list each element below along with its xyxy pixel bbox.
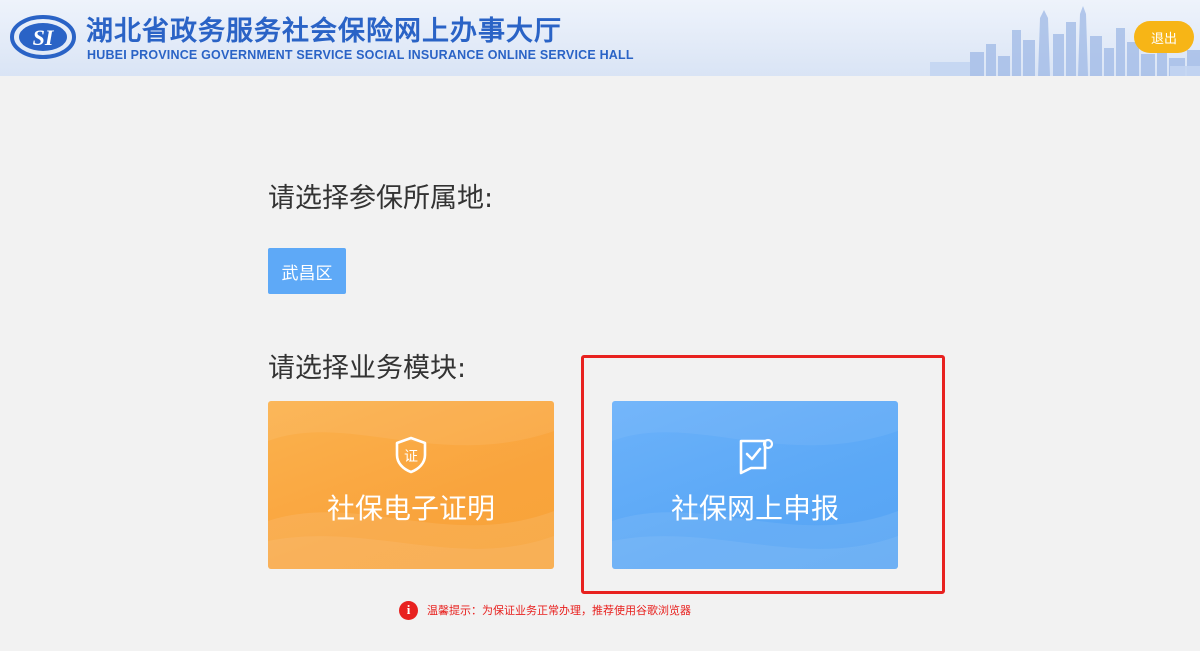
- module-card-e-certificate[interactable]: 证 社保电子证明: [268, 401, 554, 569]
- site-subtitle: HUBEI PROVINCE GOVERNMENT SERVICE SOCIAL…: [87, 48, 634, 62]
- tip-text: 温馨提示：为保证业务正常办理，推荐使用谷歌浏览器: [427, 604, 691, 617]
- browser-tip: i 温馨提示：为保证业务正常办理，推荐使用谷歌浏览器: [399, 599, 691, 621]
- certificate-shield-icon: 证: [395, 436, 427, 474]
- card-wave-decoration: [268, 401, 554, 569]
- highlight-annotation-box: [581, 355, 945, 594]
- svg-text:证: 证: [404, 449, 418, 465]
- si-logo-icon: SI: [10, 15, 76, 59]
- region-option-wuchang[interactable]: 武昌区: [268, 248, 346, 294]
- region-section-title: 请选择参保所属地:: [268, 183, 494, 214]
- page: SI 湖北省政务服务社会保险网上办事大厅 HUBEI PROVINCE GOVE…: [0, 0, 1200, 651]
- module-label-e-certificate: 社保电子证明: [326, 492, 495, 525]
- module-section-title: 请选择业务模块:: [268, 353, 467, 384]
- header: SI 湖北省政务服务社会保险网上办事大厅 HUBEI PROVINCE GOVE…: [0, 0, 1200, 76]
- logout-button[interactable]: 退出: [1134, 21, 1194, 53]
- site-title: 湖北省政务服务社会保险网上办事大厅: [86, 16, 562, 47]
- logo-text: SI: [33, 25, 55, 50]
- info-icon: i: [399, 600, 418, 620]
